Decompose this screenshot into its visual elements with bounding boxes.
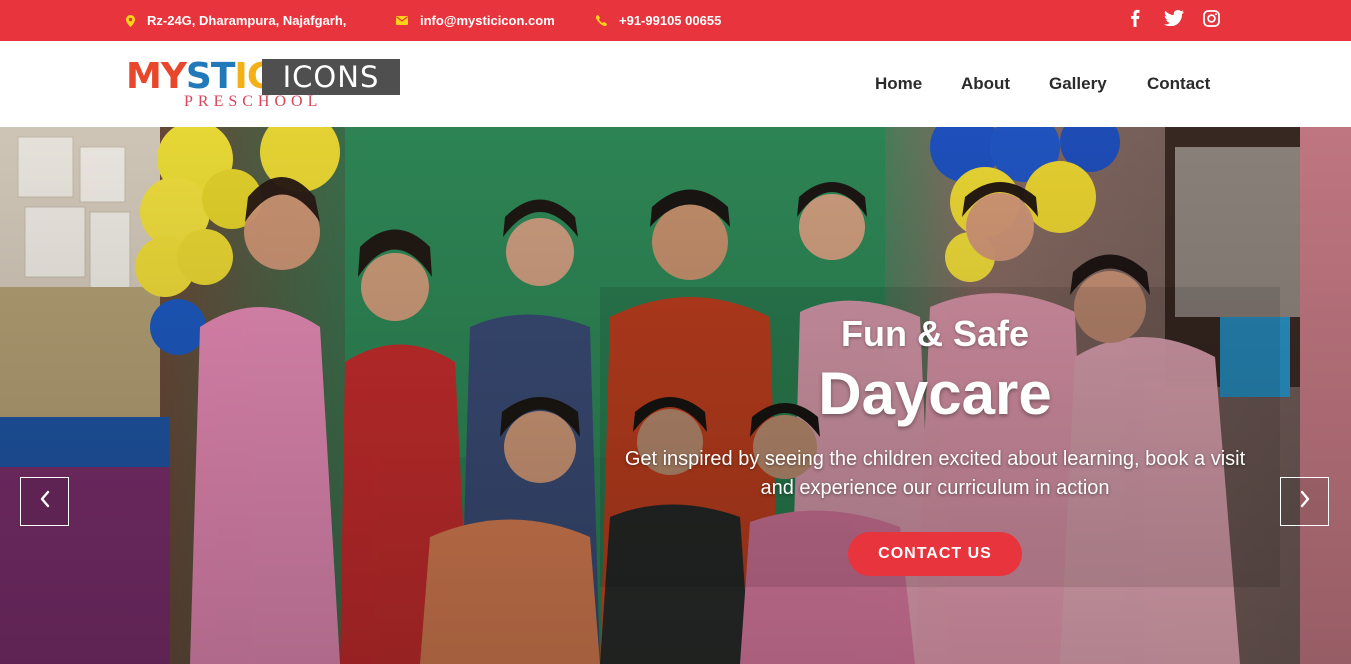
site-header: MYSTIC ICONS PRESCHOOL Home About Galler…	[0, 41, 1351, 127]
envelope-icon	[396, 16, 408, 25]
top-info-bar: Rz-24G, Dharampura, Najafgarh, info@myst…	[0, 0, 1351, 41]
address-text: Rz-24G, Dharampura, Najafgarh,	[147, 13, 347, 28]
slider-next-button[interactable]	[1280, 477, 1329, 526]
phone-info[interactable]: +91-99105 00655	[596, 0, 721, 41]
site-logo[interactable]: MYSTIC ICONS PRESCHOOL	[126, 59, 401, 111]
hero-title: Daycare	[818, 360, 1052, 427]
twitter-icon	[1164, 10, 1184, 31]
contact-us-button[interactable]: CONTACT US	[848, 532, 1022, 576]
logo-icons-box: ICONS	[262, 59, 400, 95]
phone-text[interactable]: +91-99105 00655	[619, 13, 721, 28]
chevron-right-icon	[1299, 490, 1311, 513]
email-info[interactable]: info@mysticicon.com	[396, 0, 555, 41]
map-pin-icon	[126, 14, 135, 27]
address-info: Rz-24G, Dharampura, Najafgarh,	[126, 0, 346, 41]
nav-gallery[interactable]: Gallery	[1049, 41, 1107, 127]
facebook-icon	[1130, 9, 1140, 32]
nav-contact[interactable]: Contact	[1147, 41, 1210, 127]
chevron-left-icon	[39, 490, 51, 513]
nav-about[interactable]: About	[961, 41, 1010, 127]
instagram-icon	[1203, 9, 1220, 32]
twitter-link[interactable]	[1164, 0, 1184, 41]
instagram-link[interactable]	[1203, 0, 1220, 41]
logo-preschool-text: PRESCHOOL	[184, 93, 323, 110]
nav-home[interactable]: Home	[875, 41, 922, 127]
hero-kicker: Fun & Safe	[840, 313, 1029, 354]
hero-slider: Fun & Safe Daycare Get inspired by seein…	[0, 127, 1351, 664]
phone-icon	[596, 15, 607, 26]
slider-prev-button[interactable]	[20, 477, 69, 526]
facebook-link[interactable]	[1130, 0, 1140, 41]
hero-description: Get inspired by seeing the children exci…	[624, 448, 1246, 499]
email-link[interactable]: info@mysticicon.com	[420, 13, 555, 28]
logo-mystic-text: MYSTIC	[126, 56, 273, 97]
